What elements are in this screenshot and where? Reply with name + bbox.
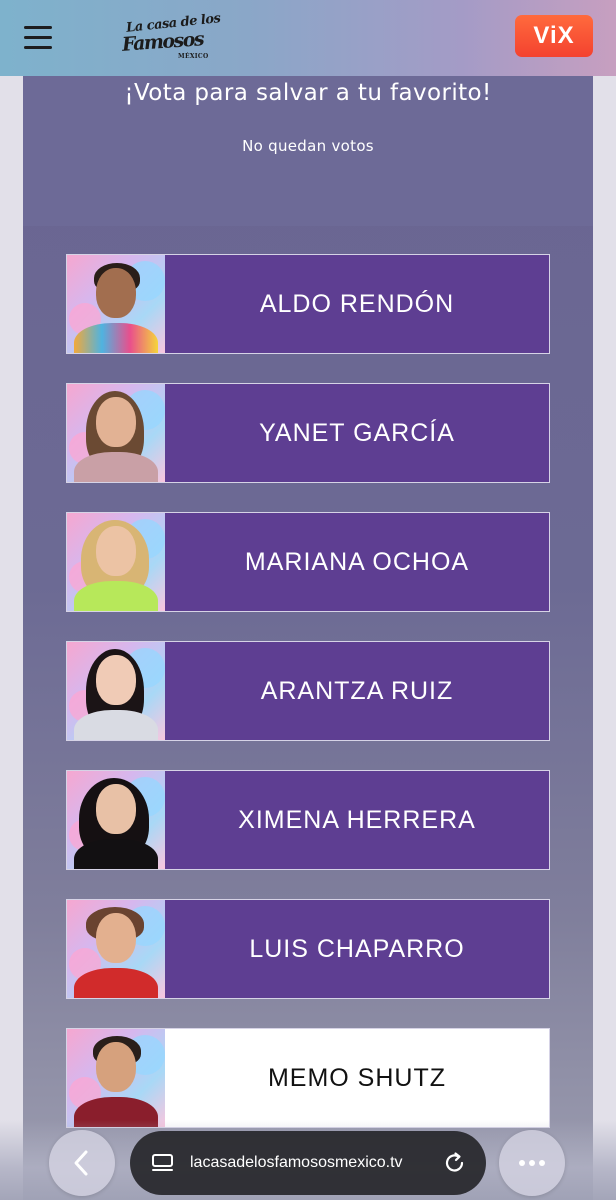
vote-panel-header: ¡Vota para salvar a tu favorito! No qued…	[23, 76, 593, 226]
logo-line-3: MÉXICO	[178, 53, 209, 60]
contestant-name: XIMENA HERRERA	[238, 806, 476, 834]
contestant-name: ALDO RENDÓN	[259, 290, 455, 318]
contestant-card[interactable]: ALDO RENDÓN	[66, 254, 550, 354]
contestant-photo	[67, 642, 165, 740]
contestant-name: ARANTZA RUIZ	[260, 677, 454, 705]
tabs-icon[interactable]	[150, 1151, 176, 1175]
vote-panel: ¡Vota para salvar a tu favorito! No qued…	[23, 76, 593, 1200]
site-header: La casa de los Famosos MÉXICO ViX	[0, 0, 616, 76]
votes-remaining-status: No quedan votos	[242, 137, 374, 155]
contestant-name: YANET GARCÍA	[259, 419, 455, 447]
site-logo[interactable]: La casa de los Famosos MÉXICO	[120, 11, 221, 64]
url-text[interactable]: lacasadelosfamososmexico.tv	[190, 1131, 430, 1195]
reload-icon[interactable]	[442, 1150, 468, 1176]
vote-title: ¡Vota para salvar a tu favorito!	[124, 80, 492, 106]
hamburger-menu-icon[interactable]	[24, 26, 54, 50]
contestant-card[interactable]: LUIS CHAPARRO	[66, 899, 550, 999]
contestant-photo	[67, 384, 165, 482]
contestant-card[interactable]: MARIANA OCHOA	[66, 512, 550, 612]
chevron-left-icon	[74, 1150, 88, 1176]
contestant-card[interactable]: XIMENA HERRERA	[66, 770, 550, 870]
more-button[interactable]	[499, 1130, 565, 1196]
contestant-photo	[67, 255, 165, 353]
browser-url-bar[interactable]: lacasadelosfamososmexico.tv	[130, 1131, 486, 1195]
logo-line-2: Famosos	[121, 28, 204, 56]
contestant-photo	[67, 771, 165, 869]
contestant-card[interactable]: YANET GARCÍA	[66, 383, 550, 483]
contestant-name: MEMO SHUTZ	[267, 1064, 447, 1092]
contestant-card[interactable]: ARANTZA RUIZ	[66, 641, 550, 741]
contestant-name: LUIS CHAPARRO	[249, 935, 465, 963]
vix-button[interactable]: ViX	[515, 15, 593, 57]
more-dots-icon	[519, 1160, 545, 1166]
contestant-card-selected[interactable]: MEMO SHUTZ	[66, 1028, 550, 1128]
contestant-photo	[67, 1029, 165, 1127]
back-button[interactable]	[49, 1130, 115, 1196]
contestant-photo	[67, 900, 165, 998]
contestant-name: MARIANA OCHOA	[244, 548, 470, 576]
contestant-photo	[67, 513, 165, 611]
